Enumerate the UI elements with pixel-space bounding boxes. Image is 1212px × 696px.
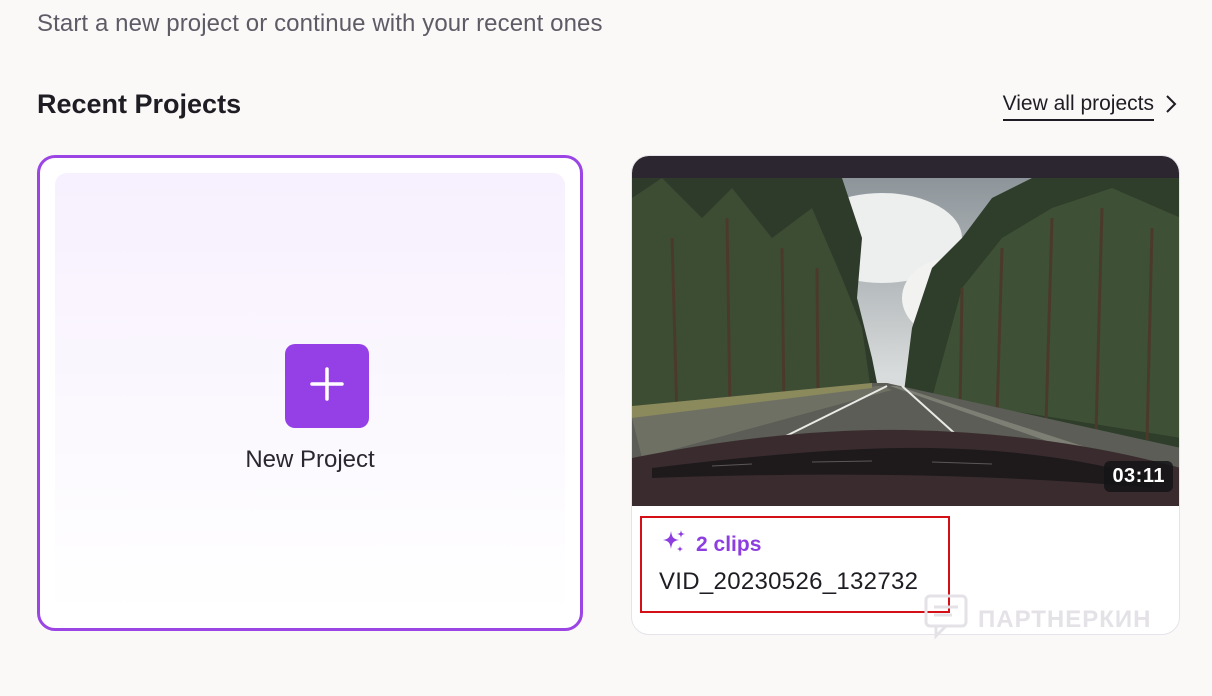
view-all-projects-link[interactable]: View all projects: [1002, 92, 1178, 121]
new-project-label: New Project: [245, 446, 375, 473]
project-card[interactable]: 03:11 2 clips VID_20230526_132732: [631, 155, 1180, 635]
plus-icon: [309, 366, 345, 407]
duration-badge: 03:11: [1104, 461, 1173, 492]
recent-projects-title: Recent Projects: [37, 89, 242, 119]
project-name: VID_20230526_132732: [659, 568, 919, 595]
watermark: ПАРТНЕРКИН: [922, 592, 1152, 647]
project-thumbnail: 03:11: [632, 156, 1179, 506]
watermark-text: ПАРТНЕРКИН: [978, 605, 1152, 633]
page-subtitle: Start a new project or continue with you…: [37, 10, 603, 37]
chevron-right-icon: [1164, 93, 1178, 121]
clips-count: 2 clips: [660, 528, 761, 562]
sparkle-icon: [660, 528, 688, 562]
new-project-card[interactable]: New Project: [37, 155, 583, 631]
new-project-card-inner: New Project: [55, 173, 565, 613]
clips-count-label: 2 clips: [696, 533, 762, 556]
chat-bubble-icon: [922, 592, 970, 647]
new-project-button[interactable]: [285, 344, 369, 428]
view-all-projects-label: View all projects: [1002, 92, 1154, 121]
